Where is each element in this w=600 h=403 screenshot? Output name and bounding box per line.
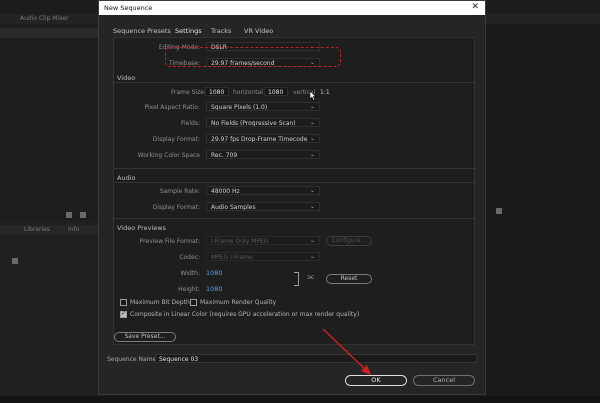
chevron-down-icon: ⌄ <box>309 151 315 158</box>
panel-icon[interactable] <box>12 258 18 264</box>
codec-value: MPEG I-Frame <box>211 254 253 261</box>
max-bit-depth-checkbox[interactable] <box>120 299 127 306</box>
dialog-tabs: Sequence Presets Settings Tracks VR Vide… <box>113 25 473 38</box>
display-format-label: Display Format: <box>152 136 200 143</box>
sequence-name-input[interactable]: Sequence 03 <box>155 354 477 363</box>
tab-tracks[interactable]: Tracks <box>211 27 231 35</box>
height-value[interactable]: 1080 <box>206 285 223 293</box>
sample-rate-dropdown[interactable]: 48000 Hz ⌄ <box>206 186 320 195</box>
sample-rate-value: 48000 Hz <box>211 188 240 195</box>
width-label: Width: <box>180 270 200 277</box>
chevron-down-icon: ⌄ <box>309 135 315 142</box>
background-lower-panel <box>0 220 100 403</box>
preview-file-format-value: I-Frame Only MPEG <box>211 238 269 245</box>
horizontal-label: horizontal <box>233 89 263 96</box>
audio-display-format-dropdown[interactable]: Audio Samples ⌄ <box>206 202 320 211</box>
dialog-titlebar: New Sequence ✕ <box>99 1 485 15</box>
background-tab-info[interactable]: Info <box>68 226 79 233</box>
previews-section-top-divider <box>114 218 476 219</box>
close-icon[interactable]: ✕ <box>471 2 479 12</box>
filter-icon[interactable] <box>66 212 72 218</box>
chain-link-icon[interactable]: ⫘ <box>307 272 314 282</box>
preview-file-format-dropdown[interactable]: I-Frame Only MPEG ⌄ <box>206 236 320 245</box>
video-section-divider <box>114 82 476 83</box>
background-tab-libraries[interactable]: Libraries <box>24 226 50 233</box>
chevron-down-icon: ⌄ <box>309 187 315 194</box>
fields-dropdown[interactable]: No Fields (Progressive Scan) ⌄ <box>206 118 320 127</box>
codec-dropdown[interactable]: MPEG I-Frame ⌄ <box>206 252 320 261</box>
display-format-value: 29.97 fps Drop-Frame Timecode <box>211 136 308 143</box>
working-color-space-value: Rec. 709 <box>211 152 238 159</box>
chevron-down-icon: ⌄ <box>309 253 315 260</box>
audio-section-top-divider <box>114 168 476 169</box>
width-value[interactable]: 1080 <box>206 269 223 277</box>
chevron-down-icon: ⌄ <box>309 103 315 110</box>
codec-label: Codec: <box>179 254 200 261</box>
fields-label: Fields: <box>181 120 200 127</box>
right-panel-icon[interactable] <box>496 208 502 214</box>
preview-file-format-label: Preview File Format: <box>139 238 200 245</box>
audio-display-format-label: Display Format: <box>152 204 200 211</box>
link-bracket <box>294 272 299 286</box>
background-lower-panel-header <box>0 225 100 235</box>
new-sequence-dialog: New Sequence ✕ Sequence Presets Settings… <box>98 0 486 395</box>
tab-vr-video[interactable]: VR Video <box>244 27 273 35</box>
frame-size-highlight <box>165 47 341 67</box>
background-tab-audio-clip-mixer[interactable]: Audio Clip Mixer <box>20 15 69 23</box>
audio-display-format-value: Audio Samples <box>211 204 256 211</box>
height-label: Height: <box>178 286 200 293</box>
frame-height-input[interactable]: 1080 <box>264 87 288 96</box>
configure-button[interactable]: Configure... <box>326 236 372 246</box>
dialog-title: New Sequence <box>104 4 153 12</box>
background-left-panel <box>0 24 100 214</box>
sequence-name-label: Sequence Name: <box>107 356 159 363</box>
chevron-down-icon: ⌄ <box>309 119 315 126</box>
reset-button[interactable]: Reset <box>326 274 372 284</box>
max-render-quality-checkbox[interactable] <box>190 299 197 306</box>
composite-linear-checkbox[interactable] <box>120 310 127 318</box>
max-render-quality-label: Maximum Render Quality <box>200 299 277 306</box>
frame-size-label: Frame Size: <box>171 89 206 96</box>
tab-sequence-presets[interactable]: Sequence Presets <box>113 27 171 35</box>
chevron-down-icon: ⌄ <box>309 203 315 210</box>
ok-button[interactable]: OK <box>345 375 407 386</box>
audio-section-divider <box>114 182 476 183</box>
tool-icon[interactable] <box>80 212 86 218</box>
save-preset-button[interactable]: Save Preset... <box>114 332 176 342</box>
settings-content: Editing Mode: DSLR ⌄ Timebase: 29.97 fra… <box>113 37 476 345</box>
aspect-ratio: 1:1 <box>320 89 330 96</box>
mouse-cursor-icon <box>310 91 317 101</box>
audio-section-title: Audio <box>117 174 136 182</box>
cancel-button[interactable]: Cancel <box>413 375 475 386</box>
max-bit-depth-label: Maximum Bit Depth <box>130 299 190 306</box>
sample-rate-label: Sample Rate: <box>159 188 200 195</box>
video-section-title: Video <box>117 74 136 82</box>
background-left-panel-header <box>0 28 100 38</box>
pixel-aspect-ratio-label: Pixel Aspect Ratio: <box>144 104 201 111</box>
frame-width-input[interactable]: 1080 <box>205 87 229 96</box>
video-previews-section-title: Video Previews <box>117 224 166 232</box>
working-color-space-label: Working Color Space <box>137 152 200 159</box>
working-color-space-dropdown[interactable]: Rec. 709 ⌄ <box>206 150 320 159</box>
chevron-down-icon: ⌄ <box>309 237 315 244</box>
tab-settings[interactable]: Settings <box>173 27 204 38</box>
fields-value: No Fields (Progressive Scan) <box>211 120 296 127</box>
display-format-dropdown[interactable]: 29.97 fps Drop-Frame Timecode ⌄ <box>206 134 320 143</box>
pixel-aspect-ratio-dropdown[interactable]: Square Pixels (1.0) ⌄ <box>206 102 320 111</box>
pixel-aspect-ratio-value: Square Pixels (1.0) <box>211 104 268 111</box>
composite-linear-label: Composite in Linear Color (requires GPU … <box>130 311 360 318</box>
background-bottom-bar <box>0 396 600 403</box>
